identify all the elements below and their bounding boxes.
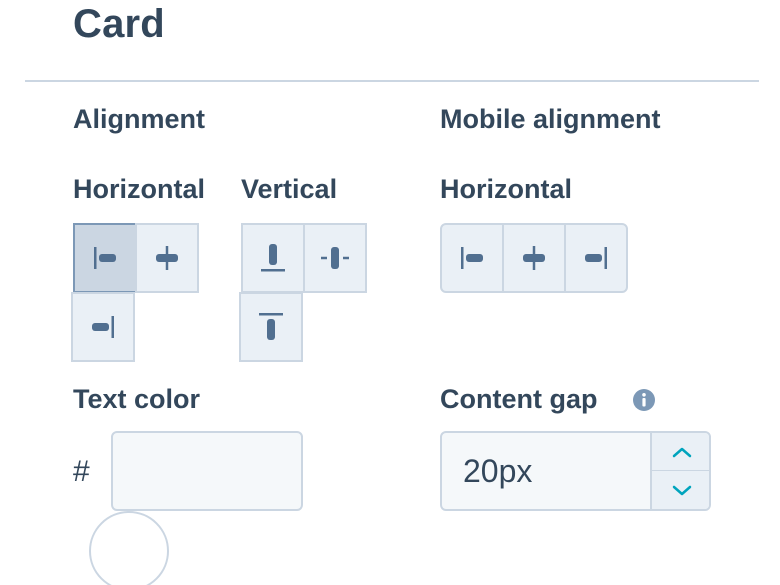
vertical-label: Vertical: [241, 174, 338, 204]
panel-title: Card: [73, 2, 165, 46]
mobile-horizontal-label: Horizontal: [440, 174, 572, 204]
increment-button[interactable]: [652, 433, 709, 471]
align-bottom-icon: [261, 244, 285, 272]
content-gap-stepper: [650, 433, 709, 509]
mobile-align-left-button[interactable]: [440, 223, 504, 293]
align-right-icon: [92, 316, 114, 338]
horizontal-align-right-button[interactable]: [71, 292, 135, 362]
content-gap-input[interactable]: [442, 433, 650, 509]
mobile-align-right-button[interactable]: [564, 223, 628, 293]
align-center-icon: [156, 246, 178, 270]
vertical-align-bottom-button[interactable]: [241, 223, 305, 293]
align-center-icon: [523, 246, 545, 270]
align-middle-icon: [321, 247, 349, 269]
text-color-label: Text color: [73, 384, 201, 414]
vertical-align-middle-button[interactable]: [303, 223, 367, 293]
vertical-align-top-button[interactable]: [239, 292, 303, 362]
align-left-icon: [461, 247, 483, 269]
alignment-heading: Alignment: [73, 104, 205, 134]
info-icon[interactable]: [632, 388, 656, 412]
hex-prefix: #: [73, 455, 90, 488]
mobile-alignment-heading: Mobile alignment: [440, 104, 661, 134]
content-gap-field: [440, 431, 711, 511]
chevron-down-icon: [672, 485, 691, 496]
align-left-icon: [94, 247, 116, 269]
mobile-align-center-button[interactable]: [502, 223, 566, 293]
horizontal-align-left-button[interactable]: [73, 223, 137, 293]
text-color-hex-input[interactable]: [111, 431, 303, 511]
horizontal-align-center-button[interactable]: [135, 223, 199, 293]
color-swatch[interactable]: [89, 511, 169, 585]
align-top-icon: [259, 313, 283, 340]
chevron-up-icon: [672, 447, 691, 457]
divider: [25, 80, 759, 82]
horizontal-label: Horizontal: [73, 174, 205, 204]
align-right-icon: [585, 247, 607, 269]
content-gap-label: Content gap: [440, 384, 598, 414]
decrement-button[interactable]: [652, 471, 709, 509]
